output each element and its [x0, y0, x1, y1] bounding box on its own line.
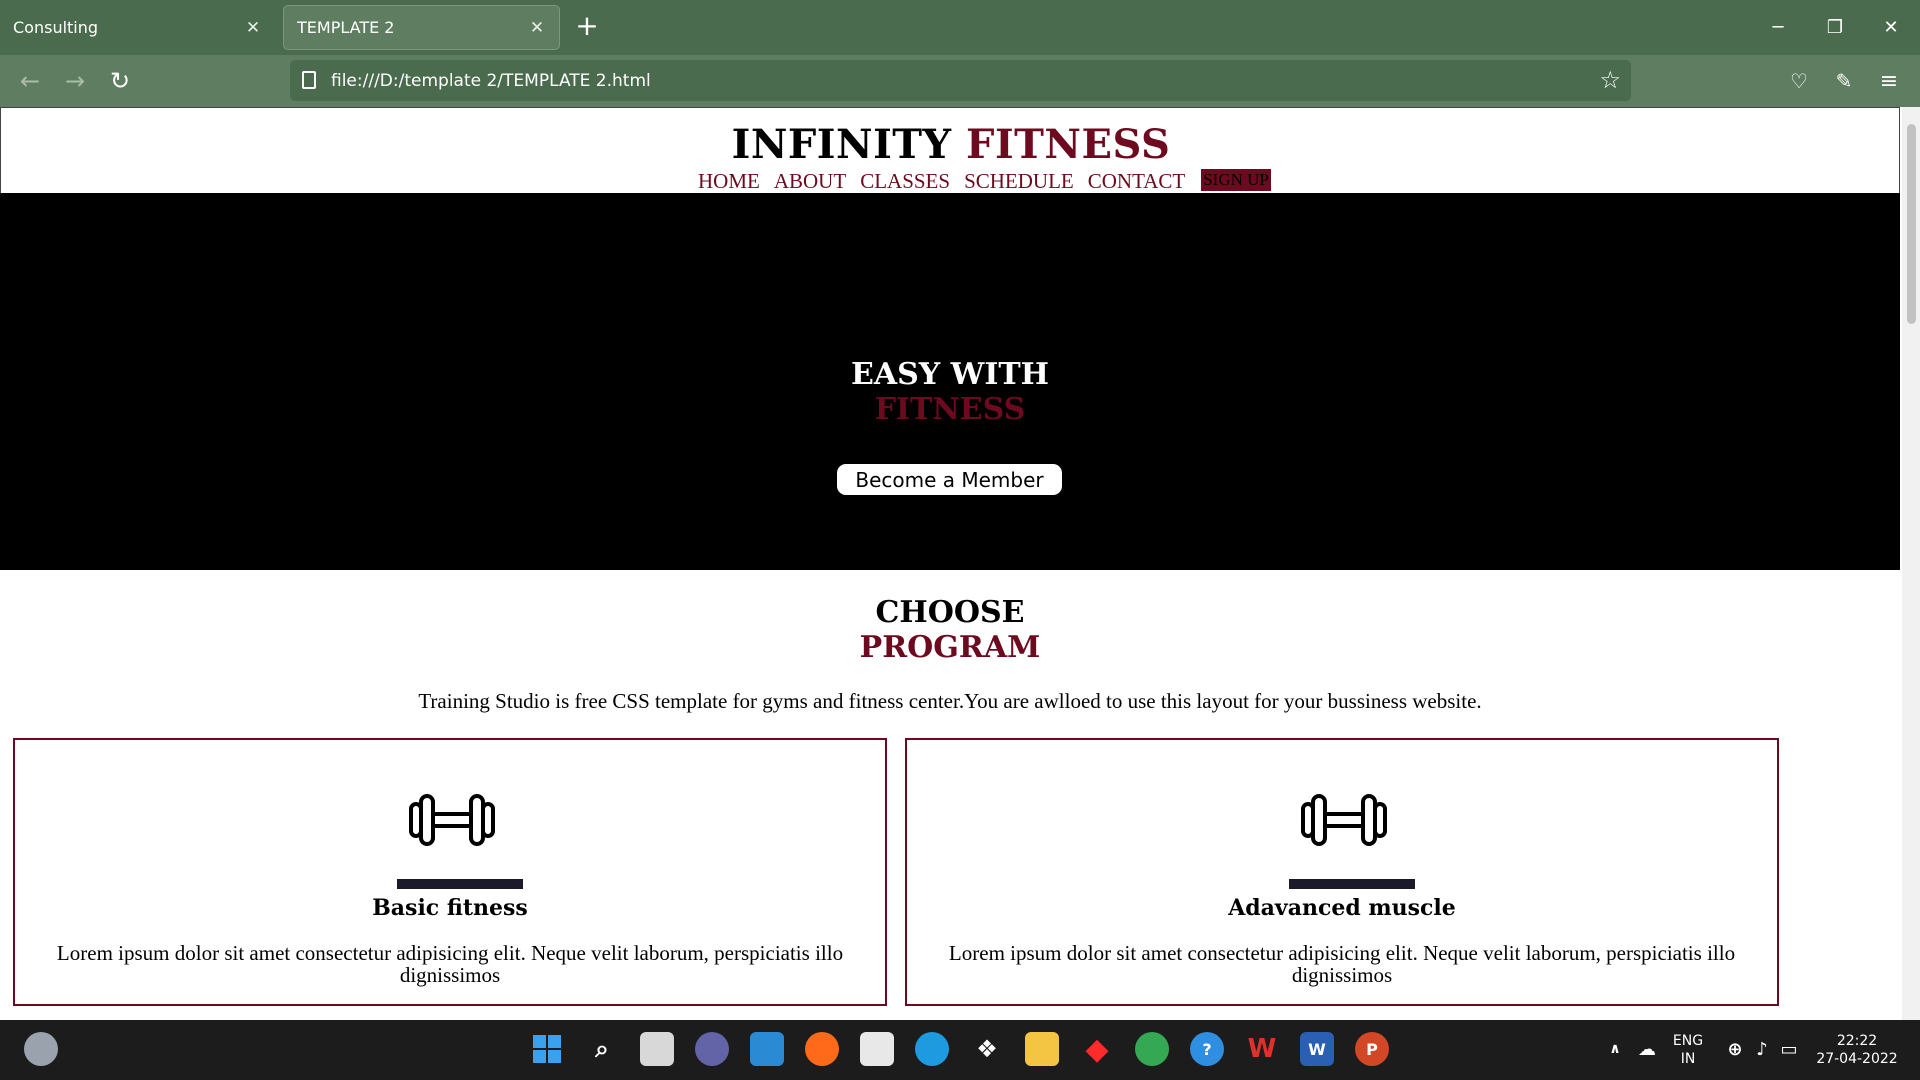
card-title: Basic fitness — [372, 895, 528, 921]
restore-icon[interactable]: ❐ — [1820, 12, 1850, 42]
anydesk-icon[interactable]: ◆ — [1080, 1032, 1114, 1067]
scrollbar-thumb[interactable] — [1907, 124, 1916, 324]
new-tab-button[interactable]: + — [572, 12, 602, 42]
logo-accent: FITNESS — [966, 121, 1171, 168]
start-icon[interactable] — [530, 1032, 564, 1066]
task-view-icon[interactable] — [640, 1032, 674, 1066]
file-explorer-icon[interactable] — [1025, 1032, 1059, 1066]
browser-nav-bar: ← → ↻ file:///D:/template 2/TEMPLATE 2.h… — [0, 55, 1920, 107]
word-icon[interactable]: W — [1300, 1032, 1334, 1066]
menu-item-contact[interactable]: CONTACT — [1088, 169, 1185, 194]
onedrive-icon[interactable]: ☁ — [1630, 1032, 1664, 1066]
page-scrollbar[interactable] — [1902, 107, 1920, 1020]
region-code: IN — [1680, 1051, 1696, 1067]
url-text[interactable]: file:///D:/template 2/TEMPLATE 2.html — [331, 71, 651, 91]
reload-icon[interactable]: ↻ — [102, 64, 138, 98]
dumbbell-icon — [409, 794, 495, 846]
firefox-icon[interactable] — [805, 1032, 839, 1066]
menu-item-home[interactable]: HOME — [698, 169, 760, 194]
language-code: ENG — [1672, 1033, 1704, 1049]
menu-item-schedule[interactable]: SCHEDULE — [964, 169, 1074, 194]
tab-title: Consulting — [13, 18, 99, 37]
card-text: Lorem ipsum dolor sit amet consectetur a… — [948, 941, 1736, 987]
hero-banner: EASY WITH FITNESS Become a Member — [0, 193, 1900, 570]
chat-icon[interactable] — [695, 1032, 729, 1066]
main-menu: HOME ABOUT CLASSES SCHEDULE CONTACT SIGN… — [698, 169, 1285, 194]
menu-icon[interactable]: ≡ — [1871, 64, 1907, 98]
thumbnail-strip — [397, 879, 523, 889]
page-viewport: INFINITY FITNESS HOME ABOUT CLASSES SCHE… — [0, 107, 1920, 1020]
hero-title: EASY WITH — [850, 357, 1050, 392]
menu-item-about[interactable]: ABOUT — [774, 169, 846, 194]
clock-date: 27-04-2022 — [1816, 1051, 1898, 1067]
site-logo: INFINITY FITNESS — [1, 121, 1901, 168]
powerpoint-icon[interactable]: P — [1355, 1032, 1389, 1066]
language-indicator[interactable]: ENG IN — [1666, 1032, 1710, 1068]
signup-button[interactable]: SIGN UP — [1201, 169, 1271, 191]
section-title: CHOOSE — [875, 595, 1025, 630]
browser-tab-bar: Consulting ✕ TEMPLATE 2 ✕ + ─ ❐ ✕ — [0, 0, 1920, 55]
chevron-up-icon[interactable]: ∧ — [1598, 1032, 1632, 1066]
desktop-icon[interactable] — [750, 1032, 784, 1066]
page-icon — [302, 71, 316, 89]
site-header: INFINITY FITNESS HOME ABOUT CLASSES SCHE… — [0, 107, 1900, 193]
section-subtitle: PROGRAM — [859, 630, 1041, 665]
help-icon[interactable]: ? — [1190, 1032, 1224, 1066]
store-icon[interactable] — [860, 1032, 894, 1066]
edge-icon[interactable] — [915, 1032, 949, 1066]
forward-icon[interactable]: → — [57, 64, 93, 98]
tab-template-2[interactable]: TEMPLATE 2 ✕ — [283, 5, 560, 50]
tab-title: TEMPLATE 2 — [297, 18, 395, 37]
close-tab-icon[interactable]: ✕ — [244, 18, 262, 38]
close-tab-icon[interactable]: ✕ — [528, 18, 546, 38]
program-card: Basic fitness Lorem ipsum dolor sit amet… — [13, 738, 887, 1006]
become-member-button[interactable]: Become a Member — [837, 464, 1062, 495]
bookmark-star-icon[interactable]: ☆ — [1599, 66, 1621, 94]
minimize-icon[interactable]: ─ — [1763, 12, 1793, 42]
back-icon[interactable]: ← — [12, 64, 48, 98]
search-icon[interactable]: ⌕ — [585, 1032, 619, 1066]
thumbnail-strip — [1289, 879, 1415, 889]
wps-icon[interactable]: W — [1245, 1032, 1279, 1066]
address-bar[interactable]: file:///D:/template 2/TEMPLATE 2.html ☆ — [290, 60, 1631, 101]
card-title: Adavanced muscle — [1228, 895, 1456, 921]
logo-main: INFINITY — [731, 121, 952, 168]
weather-icon[interactable] — [24, 1032, 58, 1066]
clock[interactable]: 22:22 27-04-2022 — [1814, 1032, 1900, 1068]
dropbox-icon[interactable]: ❖ — [970, 1032, 1004, 1066]
taskbar: ⌕ ❖ ◆ ? W W P ∧ ☁ ENG IN ⊕ ♪ ▭ 22:22 27-… — [0, 1020, 1920, 1080]
program-card: Adavanced muscle Lorem ipsum dolor sit a… — [905, 738, 1779, 1006]
chrome-icon[interactable] — [1135, 1032, 1169, 1066]
tab-consulting[interactable]: Consulting ✕ — [0, 5, 275, 50]
close-window-icon[interactable]: ✕ — [1876, 12, 1906, 42]
section-intro: Training Studio is free CSS template for… — [418, 689, 1482, 713]
hero-subtitle: FITNESS — [874, 392, 1026, 427]
dumbbell-icon — [1301, 794, 1387, 846]
pocket-icon[interactable]: ♡ — [1781, 64, 1817, 98]
clock-time: 22:22 — [1836, 1033, 1878, 1049]
card-text: Lorem ipsum dolor sit amet consectetur a… — [56, 941, 844, 987]
battery-icon[interactable]: ▭ — [1772, 1032, 1806, 1066]
menu-item-classes[interactable]: CLASSES — [860, 169, 950, 194]
extension-icon[interactable]: ✎ — [1826, 64, 1862, 98]
